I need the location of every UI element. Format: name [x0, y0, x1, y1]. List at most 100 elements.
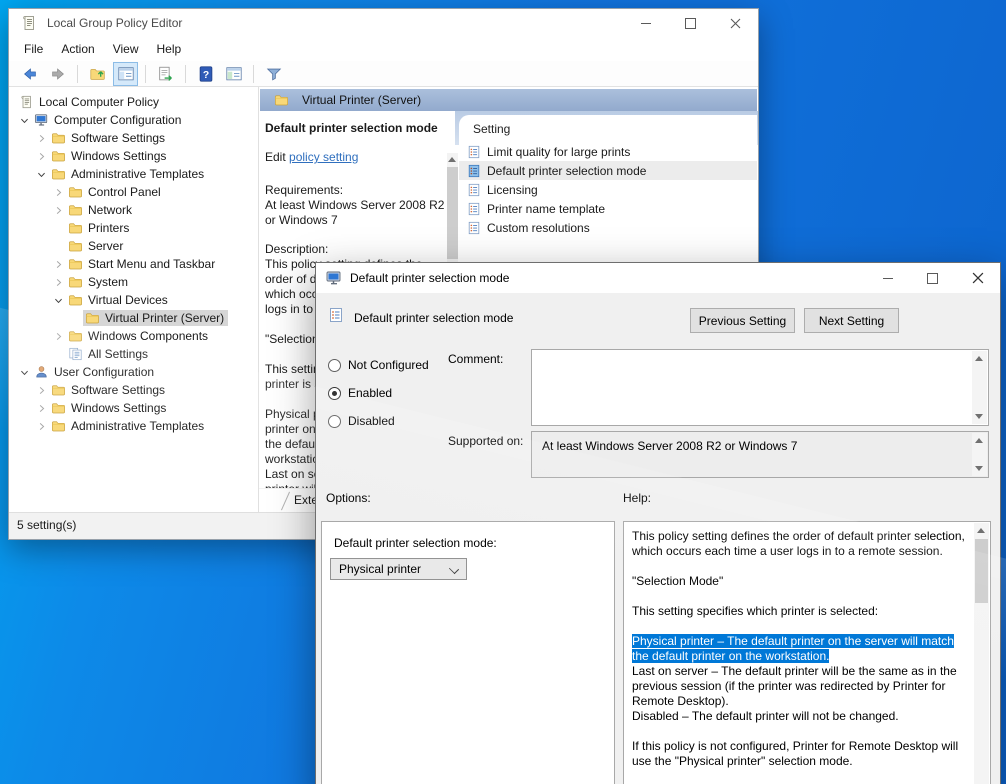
scroll-down-button[interactable]	[975, 466, 983, 471]
minimize-button[interactable]	[623, 9, 668, 37]
tree-item-system[interactable]: System	[9, 273, 258, 291]
chevron-right-icon[interactable]	[51, 257, 66, 271]
close-button[interactable]	[955, 263, 1000, 293]
chevron-right-icon[interactable]	[34, 383, 49, 397]
selection-mode-dropdown[interactable]: Physical printer	[330, 558, 467, 580]
tree-item-printers[interactable]: Printers	[9, 219, 258, 237]
tree-item-control-panel[interactable]: Control Panel	[9, 183, 258, 201]
tree-item-computer-configuration[interactable]: Computer Configuration	[9, 111, 258, 129]
radio-button-checked[interactable]	[328, 387, 341, 400]
forward-icon[interactable]	[45, 62, 70, 86]
scroll-up-button[interactable]	[977, 528, 985, 533]
tree-item-virtual-devices[interactable]: Virtual Devices	[9, 291, 258, 309]
chevron-right-icon[interactable]	[51, 275, 66, 289]
chevron-right-icon[interactable]	[51, 203, 66, 217]
setting-row-printer-name-template[interactable]: Printer name template	[459, 199, 757, 218]
tree-item-local-computer-policy[interactable]: Local Computer Policy	[9, 93, 258, 111]
chevron-right-icon[interactable]	[51, 329, 66, 343]
supported-on-field[interactable]: At least Windows Server 2008 R2 or Windo…	[531, 431, 989, 478]
tree-item-label: All Settings	[88, 347, 148, 361]
scrollbar-thumb[interactable]	[975, 539, 988, 603]
comment-label: Comment:	[448, 352, 503, 366]
setting-column-header[interactable]: Setting	[459, 115, 757, 142]
filter-icon[interactable]	[261, 62, 286, 86]
radio-not-configured[interactable]: Not Configured	[328, 357, 429, 373]
help-scrollbar[interactable]	[974, 523, 989, 784]
radio-button[interactable]	[328, 359, 341, 372]
tab-divider	[281, 492, 290, 511]
back-icon[interactable]	[17, 62, 42, 86]
tree-item-windows-settings[interactable]: Windows Settings	[9, 399, 258, 417]
supported-on-label: Supported on:	[448, 434, 523, 448]
help-icon[interactable]: ?	[193, 62, 218, 86]
setting-row-licensing[interactable]: Licensing	[459, 180, 757, 199]
gpedit-titlebar[interactable]: Local Group Policy Editor	[9, 9, 758, 37]
scroll-up-button[interactable]	[975, 438, 983, 443]
settings-list: Limit quality for large prints Default pr…	[459, 142, 757, 237]
setting-row-limit-quality-for-large-prints[interactable]: Limit quality for large prints	[459, 142, 757, 161]
previous-setting-button[interactable]: Previous Setting	[690, 308, 795, 333]
tree-item-windows-settings[interactable]: Windows Settings	[9, 147, 258, 165]
tree-item-body: System	[66, 274, 132, 290]
scroll-up-button[interactable]	[448, 157, 456, 162]
setting-row-label: Default printer selection mode	[487, 164, 646, 178]
scrollbar-thumb[interactable]	[447, 167, 458, 259]
scroll-up-button[interactable]	[975, 356, 983, 361]
scroll-down-button[interactable]	[975, 414, 983, 419]
tree-item-windows-components[interactable]: Windows Components	[9, 327, 258, 345]
chevron-down-icon[interactable]	[17, 113, 32, 127]
extended-pane-icon[interactable]	[221, 62, 246, 86]
tree-item-network[interactable]: Network	[9, 201, 258, 219]
up-one-level-icon[interactable]	[85, 62, 110, 86]
setting-row-custom-resolutions[interactable]: Custom resolutions	[459, 218, 757, 237]
folder-icon	[68, 329, 83, 343]
maximize-button[interactable]	[910, 263, 955, 293]
tree-item-administrative-templates[interactable]: Administrative Templates	[9, 165, 258, 183]
chevron-right-icon[interactable]	[34, 401, 49, 415]
tree-item-start-menu-and-taskbar[interactable]: Start Menu and Taskbar	[9, 255, 258, 273]
chevron-right-icon[interactable]	[34, 419, 49, 433]
next-setting-button[interactable]: Next Setting	[804, 308, 899, 333]
menu-view[interactable]: View	[104, 37, 148, 61]
setting-row-default-printer-selection-mode[interactable]: Default printer selection mode	[459, 161, 757, 180]
setting-row-label: Limit quality for large prints	[487, 145, 630, 159]
folder-icon	[51, 149, 66, 163]
menu-action[interactable]: Action	[52, 37, 103, 61]
tree-item-user-configuration[interactable]: User Configuration	[9, 363, 258, 381]
tree-item-body: Network	[66, 202, 136, 218]
tree-item-virtual-printer-server[interactable]: Virtual Printer (Server)	[9, 309, 258, 327]
export-list-icon[interactable]	[153, 62, 178, 86]
comment-scrollbar[interactable]	[972, 351, 987, 424]
supported-scrollbar[interactable]	[972, 433, 987, 476]
policy-setting-link[interactable]: policy setting	[289, 150, 358, 164]
chevron-right-icon[interactable]	[34, 131, 49, 145]
tree-item-administrative-templates[interactable]: Administrative Templates	[9, 417, 258, 435]
dialog-titlebar[interactable]: Default printer selection mode	[316, 263, 1000, 293]
computer-icon	[34, 113, 49, 127]
menu-help[interactable]: Help	[148, 37, 191, 61]
console-tree-icon[interactable]	[113, 62, 138, 86]
chevron-down-icon[interactable]	[17, 365, 32, 379]
tree-item-software-settings[interactable]: Software Settings	[9, 381, 258, 399]
next-setting-label: Next Setting	[819, 314, 884, 328]
close-button[interactable]	[713, 9, 758, 37]
radio-enabled[interactable]: Enabled	[328, 385, 392, 401]
chevron-down-icon[interactable]	[34, 167, 49, 181]
radio-button[interactable]	[328, 415, 341, 428]
tree-item-label: Virtual Printer (Server)	[105, 311, 224, 325]
folder-icon	[68, 203, 83, 217]
tree-item-all-settings[interactable]: All Settings	[9, 345, 258, 363]
chevron-right-icon[interactable]	[34, 149, 49, 163]
tree-item-server[interactable]: Server	[9, 237, 258, 255]
chevron-right-icon[interactable]	[51, 185, 66, 199]
help-text[interactable]: This policy setting defines the order of…	[632, 529, 968, 769]
chevron-spacer	[51, 221, 66, 235]
tree-item-software-settings[interactable]: Software Settings	[9, 129, 258, 147]
maximize-button[interactable]	[668, 9, 713, 37]
menu-file[interactable]: File	[15, 37, 52, 61]
minimize-button[interactable]	[865, 263, 910, 293]
chevron-down-icon[interactable]	[51, 293, 66, 307]
radio-disabled[interactable]: Disabled	[328, 413, 395, 429]
comment-input[interactable]	[531, 349, 989, 426]
tree-item-label: Administrative Templates	[71, 167, 204, 181]
